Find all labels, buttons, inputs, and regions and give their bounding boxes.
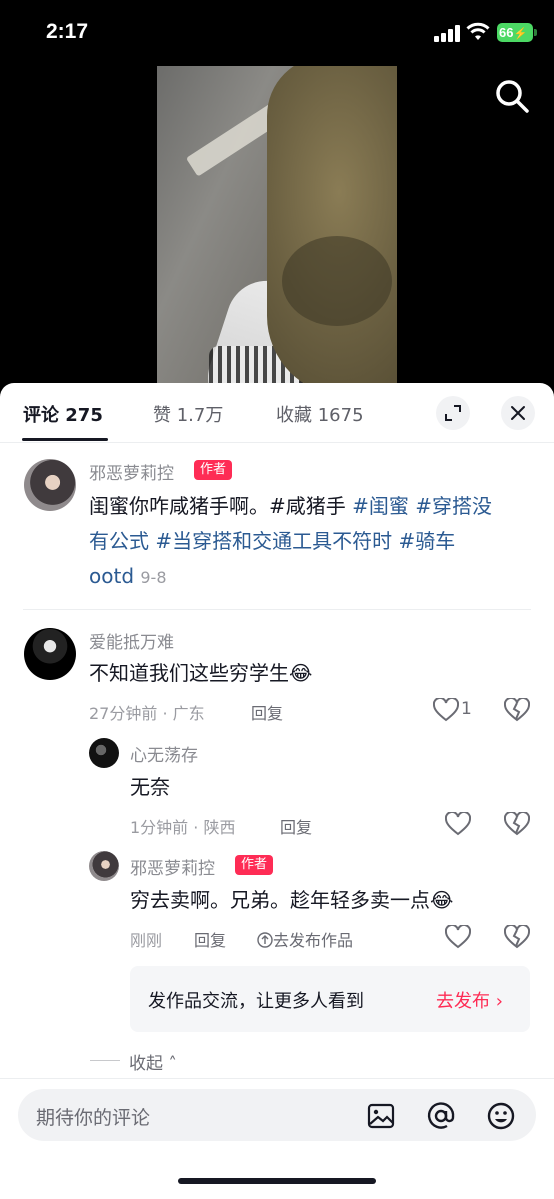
heart-icon[interactable]	[445, 812, 471, 836]
image-icon[interactable]	[366, 1101, 396, 1131]
expand-icon	[445, 405, 461, 421]
emoji-icon[interactable]	[486, 1101, 516, 1131]
divider	[23, 609, 531, 610]
comment-meta: 27分钟前 · 广东	[89, 704, 205, 723]
comment-username[interactable]: 爱能抵万难	[89, 628, 174, 653]
comment-text: 穷去卖啊。兄弟。趁年轻多卖一点😂	[130, 888, 454, 912]
tab-likes[interactable]: 赞 1.7万	[153, 401, 223, 427]
collapse-replies[interactable]: 收起 ˄	[90, 1049, 200, 1074]
collapse-label: 收起 ˄	[129, 1054, 177, 1074]
reply-button[interactable]: 回复	[251, 700, 283, 724]
home-indicator	[178, 1178, 376, 1184]
comment-username[interactable]: 邪恶萝莉控	[130, 854, 215, 879]
avatar[interactable]	[24, 628, 76, 680]
author-badge: 作者	[194, 460, 233, 480]
upload-icon	[257, 932, 273, 948]
author-badge: 作者	[235, 855, 274, 875]
hashtag-link[interactable]: ootd	[89, 564, 134, 588]
tab-underline	[22, 438, 108, 441]
comment-sheet: 评论 275 赞 1.7万 收藏 1675 邪恶萝莉控 作者 闺蜜你咋咸猪手啊。…	[0, 383, 554, 1199]
comment-username[interactable]: 邪恶萝莉控	[89, 459, 174, 484]
hashtag-link[interactable]: 有公式 #当穿搭和交通工具不符时 #骑车	[89, 524, 529, 559]
video-jacket	[267, 66, 397, 386]
at-icon[interactable]	[426, 1101, 456, 1131]
like-count: 1	[461, 699, 472, 719]
comment-text: 闺蜜你咋咸猪手啊。#咸猪手 #闺蜜 #穿搭没 有公式 #当穿搭和交通工具不符时 …	[89, 489, 529, 595]
comment-meta: 刚刚	[130, 931, 163, 950]
avatar[interactable]	[89, 738, 119, 768]
avatar[interactable]	[89, 851, 119, 881]
comment-text: 不知道我们这些穷学生😂	[89, 661, 313, 685]
collapse-line	[90, 1060, 120, 1061]
close-button[interactable]	[501, 396, 535, 430]
comment-meta: 1分钟前 · 陕西	[130, 818, 236, 837]
video-area[interactable]	[0, 0, 554, 400]
comment-text-line1: 闺蜜你咋咸猪手啊。#咸猪手	[89, 494, 353, 518]
search-icon[interactable]	[492, 76, 532, 116]
comment-date: 9-8	[140, 568, 167, 587]
comment-username[interactable]: 心无荡存	[130, 741, 198, 766]
comment-input[interactable]: 期待你的评论	[18, 1089, 536, 1141]
reply-button[interactable]: 回复	[194, 927, 226, 951]
dislike-icon[interactable]	[504, 698, 530, 722]
comment-text: 无奈	[130, 775, 170, 799]
heart-icon[interactable]	[445, 925, 471, 949]
promo-text: 发作品交流，让更多人看到	[148, 991, 364, 1012]
dislike-icon[interactable]	[504, 812, 530, 836]
publish-promo-card[interactable]: 发作品交流，让更多人看到 去发布 ›	[130, 966, 530, 1032]
publish-work-link[interactable]: 去发布作品	[257, 927, 353, 951]
avatar[interactable]	[24, 459, 76, 511]
publish-work-label: 去发布作品	[273, 931, 354, 950]
video-frame[interactable]	[157, 66, 397, 386]
hashtag-link[interactable]: #闺蜜 #穿搭没	[352, 494, 492, 518]
video-jacket-fold	[282, 236, 392, 326]
close-icon	[511, 406, 525, 420]
expand-button[interactable]	[436, 396, 470, 430]
reply-button[interactable]: 回复	[280, 814, 312, 838]
comment-input-placeholder: 期待你的评论	[36, 1107, 151, 1129]
tab-favorites[interactable]: 收藏 1675	[276, 401, 364, 427]
heart-icon[interactable]	[433, 698, 459, 722]
comment-input-bar: 期待你的评论	[0, 1078, 554, 1199]
promo-publish-link[interactable]: 去发布 ›	[436, 987, 503, 1013]
dislike-icon[interactable]	[504, 925, 530, 949]
comment-tabs: 评论 275 赞 1.7万 收藏 1675	[0, 383, 554, 443]
tab-comments[interactable]: 评论 275	[23, 401, 103, 427]
